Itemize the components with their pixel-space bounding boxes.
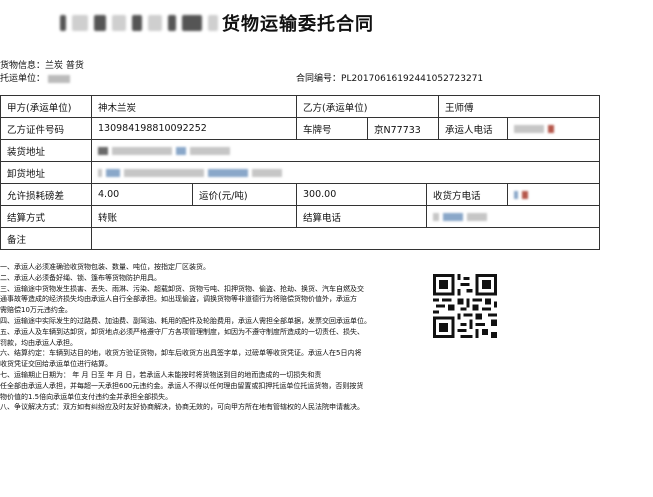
carrier-phone-value <box>507 117 601 140</box>
unloading-addr-value <box>90 161 601 184</box>
redacted-unloading-addr <box>106 168 120 177</box>
price-label: 运价(元/吨) <box>191 183 298 206</box>
b-id-label: 乙方证件号码 <box>0 117 92 140</box>
term-item: 二、承运人必须备好绳、锁、篷布等货物防护用具。 <box>0 273 161 282</box>
contract-table: 甲方(承运单位) 神木兰炭 乙方(承运单位) 王师傅 乙方证件号码 130984… <box>0 95 601 250</box>
price-value: 300.00 <box>296 183 428 206</box>
redacted-loading-addr <box>112 146 172 155</box>
loading-addr-value <box>90 139 601 162</box>
party-b-label: 乙方(承运单位) <box>296 95 440 118</box>
table-row: 结算方式 转账 结算电话 <box>0 205 601 228</box>
contract-no-value: PL2017061619244105272327​1 <box>341 74 484 84</box>
table-row: 允许损耗磅差 4.00 运价(元/吨) 300.00 收货方电话 <box>0 183 601 206</box>
plate-label: 车牌号 <box>296 117 369 140</box>
b-id-value: 130984198810092252 <box>90 117 298 140</box>
redacted-mark <box>522 190 529 199</box>
redacted-settle-phone <box>433 212 440 221</box>
term-item: 七、运输期止日期为： 年 月 日至 年 月 日，若承运人未能按时将货物送到目的地… <box>0 370 322 379</box>
table-row: 备注 <box>0 227 601 250</box>
shipper-label: 托运单位： <box>0 74 46 84</box>
redacted-unloading-addr <box>208 168 248 177</box>
redacted-loading-addr <box>98 146 108 155</box>
shipper: 托运单位： <box>0 71 71 84</box>
qr-code-icon <box>433 274 497 338</box>
remark-value <box>90 227 601 250</box>
party-b-value: 王师傅 <box>438 95 601 118</box>
loss-label: 允许损耗磅差 <box>0 183 92 206</box>
redacted-carrier-phone <box>514 124 545 133</box>
redacted-loading-addr <box>176 146 186 155</box>
settle-phone-label: 结算电话 <box>296 205 428 228</box>
loading-addr-label: 装货地址 <box>0 139 92 162</box>
unloading-addr-label: 卸货地址 <box>0 161 92 184</box>
term-item: 罚款，均由承运人承担。 <box>0 338 77 347</box>
term-item: 六、结算约定：车辆到达目的地，收货方验证货物，卸车后收货方出具签字单，过磅单等收… <box>0 349 362 358</box>
table-row: 装货地址 <box>0 139 601 162</box>
contract-no-label: 合同编号： <box>296 74 342 84</box>
remark-label: 备注 <box>0 227 92 250</box>
loss-value: 4.00 <box>91 183 193 206</box>
cargo-info: 货物信息：兰炭 普货 <box>0 58 84 71</box>
carrier-phone-label: 承运人电话 <box>438 117 509 140</box>
plate-value: 京N77733 <box>367 117 440 140</box>
redacted-receiver-phone <box>514 190 519 199</box>
term-item: 物价值的1.5倍向承运单位支付违约金并承担全部损失。 <box>0 392 173 401</box>
term-item: 三、运输途中货物发生损害、丢失、雨淋、污染、超载卸货、货物亏吨、扣押货物、偷盗、… <box>0 284 364 293</box>
term-item: 需赔偿10万元违约金。 <box>0 306 72 315</box>
party-a-label: 甲方(承运单位) <box>0 95 92 118</box>
redacted-settle-phone <box>443 212 464 221</box>
table-row: 甲方(承运单位) 神木兰炭 乙方(承运单位) 王师傅 <box>0 95 601 118</box>
term-item: 八、争议解决方式：双方如有纠纷应及时友好协商解决，协商无效的，可向甲方所在地有管… <box>0 403 364 412</box>
party-a-value: 神木兰炭 <box>90 95 298 118</box>
receiver-phone-label: 收货方电话 <box>426 183 509 206</box>
contract-title: 货物运输委托合同 <box>60 10 520 36</box>
settle-phone-value <box>426 205 601 228</box>
redacted-unloading-addr <box>98 168 102 177</box>
redacted-shipper <box>48 74 71 83</box>
term-item: 任全部由承运人承担，并每超一天承担600元违约金。承运人不得以任何理由留置或扣押… <box>0 381 364 390</box>
redacted-settle-phone <box>467 212 488 221</box>
redacted-unloading-addr <box>124 168 204 177</box>
redacted-mark <box>548 124 555 133</box>
contract-terms: 一、承运人必须准确验收货物包装、数量、吨位，按指定厂区装货。 二、承运人必须备好… <box>0 262 415 413</box>
term-item: 四、运输途中实际发生的过路费、加油费、副驾油、耗用的配件及轮胎费用，承运人需担全… <box>0 316 371 325</box>
cargo-info-label: 货物信息： <box>0 61 46 71</box>
term-item: 一、承运人必须准确验收货物包装、数量、吨位，按指定厂区装货。 <box>0 263 210 271</box>
redacted-unloading-addr <box>252 168 282 177</box>
table-row: 乙方证件号码 130984198810092252 车牌号 京N77733 承运… <box>0 117 601 140</box>
settle-method-label: 结算方式 <box>0 205 92 228</box>
contract-number: 合同编号：PL2017061619244105272327​1 <box>296 71 483 84</box>
redacted-loading-addr <box>190 146 230 155</box>
cargo-info-value: 兰炭 普货 <box>45 61 84 71</box>
title-text: 货物运输委托合同 <box>222 14 374 35</box>
receiver-phone-value <box>507 183 601 206</box>
redacted-title-prefix <box>60 15 218 31</box>
term-item: 收货凭证交回给承运单位进行结算。 <box>0 360 112 369</box>
settle-method-value: 转账 <box>90 205 298 228</box>
term-item: 通事故等造成的经济损失均由承运人自行全部承担。如出现偷盗，调换货物等非道德行为将… <box>0 295 357 304</box>
table-row: 卸货地址 <box>0 161 601 184</box>
term-item: 五、承运人及车辆到达卸货，卸货地点必须严格遵守厂方各项管理制度，如因为不遵守制度… <box>0 327 364 336</box>
qr-code <box>415 256 515 356</box>
